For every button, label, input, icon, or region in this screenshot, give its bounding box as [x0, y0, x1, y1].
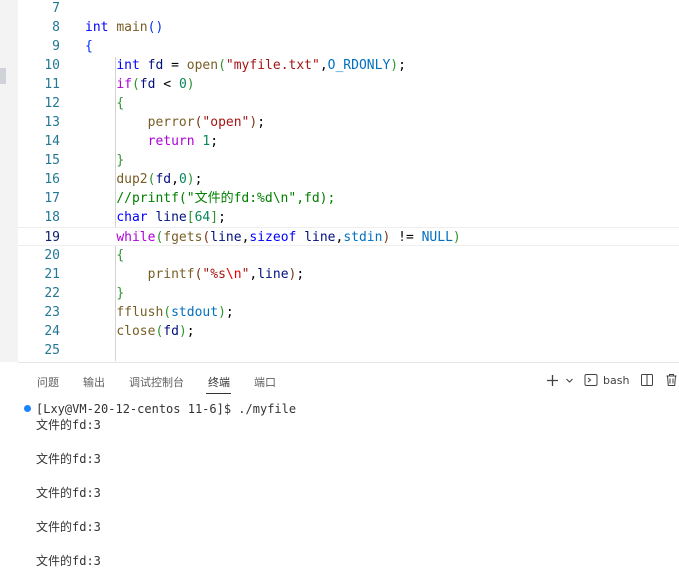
- code-editor[interactable]: 7 8 int main() 9{10 int fd = open("myfile.t…: [18, 0, 679, 362]
- tab-output[interactable]: 输出: [83, 374, 105, 390]
- code-text: int main(): [85, 20, 164, 35]
- code-line[interactable]: 13 perror("open");: [18, 113, 679, 132]
- code-line[interactable]: 10 int fd = open("myfile.txt",O_RDONLY);: [18, 56, 679, 75]
- line-number: 9: [52, 39, 60, 54]
- code-line[interactable]: 11 if(fd < 0): [18, 75, 679, 94]
- code-line[interactable]: 16 dup2(fd,0);: [18, 170, 679, 189]
- line-number: 18: [44, 210, 60, 225]
- command-status-dot: [24, 405, 31, 412]
- line-number: 21: [44, 267, 60, 282]
- code-text: if(fd < 0): [116, 77, 195, 92]
- code-line[interactable]: 23 fflush(stdout);: [18, 303, 679, 322]
- line-number: 11: [44, 77, 60, 92]
- code-text: perror("open");: [147, 115, 266, 130]
- shell-selector[interactable]: bash: [584, 371, 629, 389]
- line-number: 16: [44, 172, 60, 187]
- split-icon: [641, 374, 653, 386]
- line-number: 19: [44, 230, 60, 245]
- code-text: return 1;: [147, 134, 219, 149]
- kill-terminal-button[interactable]: [665, 371, 678, 389]
- terminal-dropdown-button[interactable]: [565, 371, 574, 389]
- line-number: 13: [44, 115, 60, 130]
- code-text: char line[64];: [116, 210, 226, 225]
- code-line[interactable]: 25: [18, 341, 679, 360]
- terminal-icon: [584, 374, 598, 386]
- terminal-output-line: 文件的fd:3: [36, 486, 101, 500]
- code-line[interactable]: 21 printf("%s\n",line);: [18, 265, 679, 284]
- code-line[interactable]: 17 //printf("文件的fd:%d\n",fd);: [18, 189, 679, 208]
- code-text: {: [116, 248, 125, 263]
- code-text: while(fgets(line,sizeof line,stdin) != N…: [116, 230, 461, 245]
- code-text: }: [116, 153, 125, 168]
- line-number: 25: [44, 343, 60, 358]
- code-line[interactable]: 12 {: [18, 94, 679, 113]
- tab-debug-console[interactable]: 调试控制台: [129, 374, 184, 390]
- activity-bar: [0, 0, 18, 362]
- line-number: 8: [52, 20, 60, 35]
- trash-icon: [666, 374, 677, 386]
- shell-label: bash: [603, 373, 630, 387]
- code-text: {: [116, 96, 125, 111]
- code-line[interactable]: 9{: [18, 37, 679, 56]
- line-number: 24: [44, 324, 60, 339]
- code-line[interactable]: 15 }: [18, 151, 679, 170]
- line-number: 14: [44, 134, 60, 149]
- code-line[interactable]: 8 int main(): [18, 18, 679, 37]
- code-text: //printf("文件的fd:%d\n",fd);: [116, 191, 336, 206]
- terminal-prompt-line: [Lxy@VM-20-12-centos 11-6]$ ./myfile: [36, 402, 297, 416]
- tab-terminal[interactable]: 终端: [208, 374, 230, 390]
- code-line[interactable]: 18 char line[64];: [18, 208, 679, 227]
- code-text: int fd = open("myfile.txt",O_RDONLY);: [116, 58, 406, 73]
- activity-indicator[interactable]: [0, 68, 6, 84]
- code-line[interactable]: 22 }: [18, 284, 679, 303]
- panel-tab-bar: 问题 输出 调试控制台 终端 端口 bash: [18, 363, 679, 397]
- code-text: {: [85, 39, 93, 54]
- line-number: 7: [52, 1, 60, 16]
- code-line[interactable]: 19 while(fgets(line,sizeof line,stdin) !…: [18, 227, 679, 246]
- active-tab-indicator: [206, 393, 231, 394]
- terminal-output-line: 文件的fd:3: [36, 452, 101, 466]
- code-line[interactable]: 24 close(fd);: [18, 322, 679, 341]
- line-number: 15: [44, 153, 60, 168]
- new-terminal-button[interactable]: [546, 371, 559, 389]
- code-text: }: [116, 286, 125, 301]
- code-line[interactable]: 14 return 1;: [18, 132, 679, 151]
- tab-problems[interactable]: 问题: [37, 374, 59, 390]
- code-line[interactable]: 20 {: [18, 246, 679, 265]
- code-text: printf("%s\n",line);: [147, 267, 305, 282]
- code-line[interactable]: 7: [18, 0, 679, 18]
- code-text: close(fd);: [116, 324, 195, 339]
- terminal-output-line: 文件的fd:3: [36, 554, 101, 568]
- tab-ports[interactable]: 端口: [254, 374, 276, 390]
- code-text: dup2(fd,0);: [116, 172, 203, 187]
- chevron-down-icon: [566, 378, 573, 383]
- line-number: 12: [44, 96, 60, 111]
- line-number: 22: [44, 286, 60, 301]
- line-number: 10: [44, 58, 60, 73]
- code-text: fflush(stdout);: [116, 305, 234, 320]
- terminal-output-line: 文件的fd:3: [36, 520, 101, 534]
- terminal[interactable]: [Lxy@VM-20-12-centos 11-6]$ ./myfile 文件的…: [18, 397, 679, 586]
- terminal-output-line: 文件的fd:3: [36, 418, 101, 432]
- line-number: 23: [44, 305, 60, 320]
- line-number: 17: [44, 191, 60, 206]
- split-terminal-button[interactable]: [640, 371, 654, 389]
- line-number: 20: [44, 248, 60, 263]
- plus-icon: [547, 374, 558, 386]
